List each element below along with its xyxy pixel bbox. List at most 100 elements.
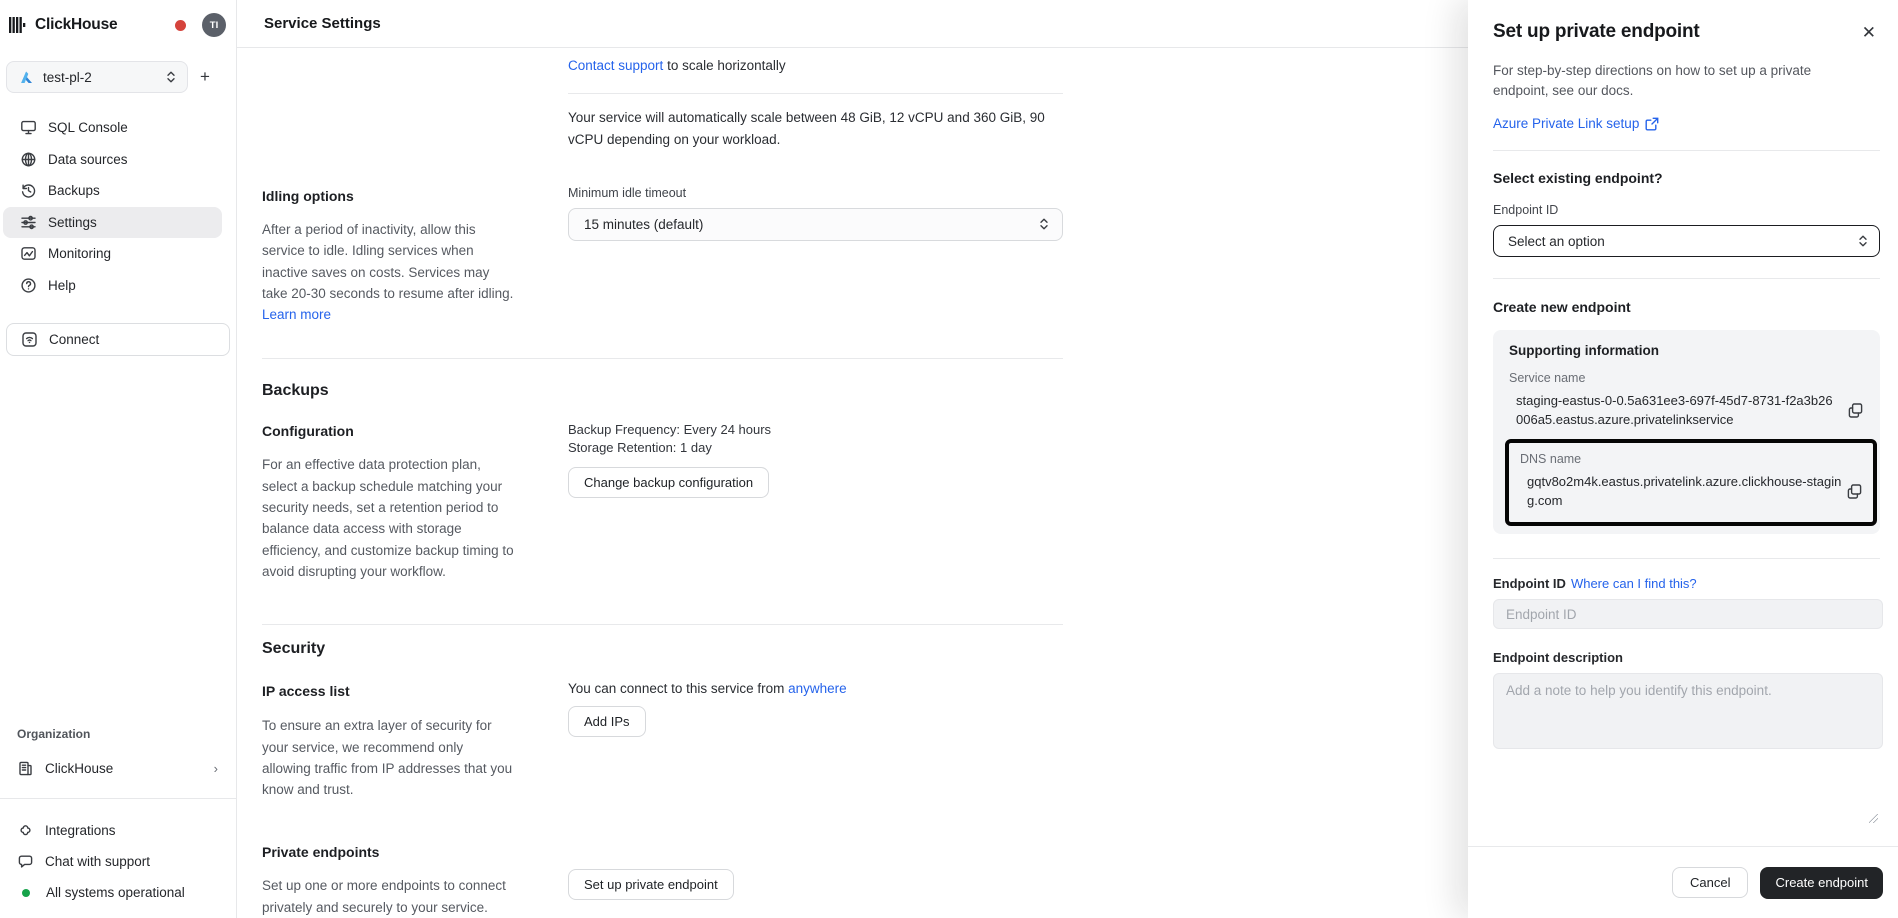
sidebar-item-label: SQL Console (48, 120, 128, 135)
azure-doc-link[interactable]: Azure Private Link setup (1493, 116, 1880, 131)
endpoint-description-label-row: Endpoint description (1493, 650, 1880, 665)
chevron-up-down-icon (1857, 234, 1869, 248)
add-ips-button[interactable]: Add IPs (568, 706, 646, 737)
copy-dns-name-button[interactable] (1846, 483, 1863, 500)
endpoint-id-select-value: Select an option (1508, 234, 1605, 249)
system-status-label: All systems operational (46, 885, 185, 900)
dns-name-label: DNS name (1520, 452, 1863, 466)
connect-label: Connect (49, 332, 99, 347)
endpoint-id-field-label: Endpoint ID (1493, 576, 1566, 591)
connect-icon (21, 331, 38, 348)
sidebar-item-label: Monitoring (48, 246, 111, 261)
learn-more-link[interactable]: Learn more (262, 307, 331, 322)
chevron-right-icon: › (214, 761, 218, 776)
monitoring-icon (20, 245, 37, 262)
operational-status-icon (22, 889, 30, 897)
connect-button[interactable]: Connect (6, 323, 230, 356)
service-name-label: Service name (1509, 371, 1864, 385)
service-name: test-pl-2 (43, 70, 92, 85)
supporting-info-title: Supporting information (1509, 343, 1864, 358)
create-new-title: Create new endpoint (1493, 299, 1880, 315)
scaling-divider (568, 93, 1063, 94)
contact-support-rest: to scale horizontally (663, 58, 785, 73)
sidebar-bottom: Organization ClickHouse › Integrations C… (0, 727, 236, 918)
sidebar-item-backups[interactable]: Backups (3, 175, 222, 207)
idle-timeout-value: 15 minutes (default) (584, 217, 703, 232)
sidebar-item-data-sources[interactable]: Data sources (3, 144, 222, 176)
endpoint-id-input[interactable] (1493, 599, 1883, 629)
supporting-info-card: Supporting information Service name stag… (1493, 330, 1880, 534)
change-backup-config-button[interactable]: Change backup configuration (568, 467, 769, 498)
organization-label: Organization (0, 727, 236, 741)
anywhere-link[interactable]: anywhere (788, 681, 847, 696)
system-status-item[interactable]: All systems operational (0, 877, 236, 908)
settings-sliders-icon (20, 214, 37, 231)
drawer-title: Set up private endpoint (1493, 21, 1700, 43)
textarea-resize-handle[interactable] (1869, 814, 1878, 823)
sql-console-icon (20, 119, 37, 136)
drawer-footer: Cancel Create endpoint (1468, 846, 1898, 918)
recording-status-dot (175, 20, 186, 31)
sidebar-divider (0, 798, 236, 799)
help-icon (20, 277, 37, 294)
create-endpoint-button[interactable]: Create endpoint (1760, 867, 1883, 899)
clickhouse-logo-icon (8, 15, 28, 35)
endpoint-id-select[interactable]: Select an option (1493, 225, 1880, 257)
sidebar-item-label: Help (48, 278, 76, 293)
avatar[interactable]: TI (202, 13, 226, 37)
sidebar-item-settings[interactable]: Settings (3, 207, 222, 239)
connect-from-line: You can connect to this service from any… (568, 681, 1063, 696)
ip-access-title: IP access list (262, 683, 568, 699)
integrations-icon (17, 822, 34, 839)
sidebar-item-monitoring[interactable]: Monitoring (3, 238, 222, 270)
endpoint-description-textarea[interactable] (1493, 673, 1883, 749)
service-selector[interactable]: test-pl-2 (6, 61, 188, 93)
auto-scale-text: Your service will automatically scale be… (568, 107, 1068, 151)
drawer-divider (1493, 558, 1880, 559)
endpoint-id-select-label: Endpoint ID (1493, 203, 1880, 217)
sidebar: ClickHouse TI test-pl-2 + SQL Console (0, 0, 237, 918)
where-find-link[interactable]: Where can I find this? (1571, 576, 1697, 591)
data-sources-icon (20, 151, 37, 168)
integrations-label: Integrations (45, 823, 116, 838)
brand-row: ClickHouse TI (0, 12, 236, 38)
service-name-row: staging-eastus-0-0.5a631ee3-697f-45d7-87… (1509, 391, 1864, 429)
section-divider (262, 624, 1063, 625)
drawer-body: Set up private endpoint ✕ For step-by-st… (1468, 0, 1898, 846)
organization-switcher[interactable]: ClickHouse › (0, 753, 236, 784)
sidebar-nav: SQL Console Data sources Backups (0, 112, 236, 301)
chat-support-item[interactable]: Chat with support (0, 846, 236, 877)
endpoint-id-field-label-row: Endpoint ID Where can I find this? (1493, 576, 1880, 591)
service-name-value: staging-eastus-0-0.5a631ee3-697f-45d7-87… (1509, 391, 1839, 429)
backups-icon (20, 182, 37, 199)
sidebar-item-label: Settings (48, 215, 97, 230)
private-endpoints-description: Set up one or more endpoints to connect … (262, 875, 514, 918)
idle-timeout-label: Minimum idle timeout (568, 186, 1063, 200)
idle-timeout-select[interactable]: 15 minutes (default) (568, 208, 1063, 241)
sidebar-item-sql-console[interactable]: SQL Console (3, 112, 222, 144)
backup-frequency: Backup Frequency: Every 24 hours (568, 421, 1063, 439)
close-icon[interactable]: ✕ (1858, 21, 1880, 45)
page-title: Service Settings (264, 15, 381, 32)
drawer-divider (1493, 150, 1880, 151)
contact-support-link[interactable]: Contact support (568, 58, 663, 73)
azure-icon (19, 70, 34, 85)
copy-icon (1847, 402, 1864, 419)
copy-service-name-button[interactable] (1847, 402, 1864, 419)
idling-title: Idling options (262, 188, 568, 204)
drawer-intro: For step-by-step directions on how to se… (1493, 61, 1828, 101)
organization-name: ClickHouse (45, 761, 113, 776)
sidebar-item-help[interactable]: Help (3, 270, 222, 302)
copy-icon (1846, 483, 1863, 500)
chevron-up-down-icon (165, 70, 177, 84)
sidebar-item-label: Backups (48, 183, 100, 198)
section-divider (262, 358, 1063, 359)
storage-retention: Storage Retention: 1 day (568, 439, 1063, 457)
drawer-divider (1493, 278, 1880, 279)
setup-private-endpoint-button[interactable]: Set up private endpoint (568, 869, 734, 900)
add-service-button[interactable]: + (188, 61, 222, 93)
cancel-button[interactable]: Cancel (1672, 867, 1748, 898)
dns-name-value: gqtv8o2m4k.eastus.privatelink.azure.clic… (1520, 472, 1846, 510)
integrations-item[interactable]: Integrations (0, 815, 236, 846)
contact-support-line: Contact support to scale horizontally (568, 58, 1063, 73)
